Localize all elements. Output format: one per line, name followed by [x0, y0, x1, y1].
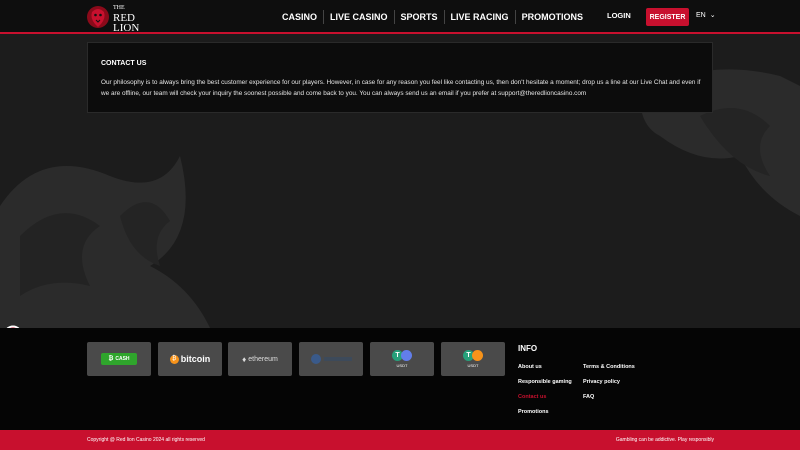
footer-link-privacy[interactable]: Privacy policy	[583, 379, 620, 385]
login-button[interactable]: LOGIN	[607, 11, 631, 20]
usdt-trc20-label: USDT	[467, 363, 479, 368]
register-button[interactable]: REGISTER	[646, 8, 689, 26]
site-footer: ₿ CASH ₿ bitcoin ♦ ethereum T USDT T USD…	[0, 328, 800, 430]
usdt-erc20-label: USDT	[396, 363, 408, 368]
bitcoin-label: bitcoin	[180, 354, 211, 364]
payment-usdt-erc20: T USDT	[370, 342, 434, 376]
footer-link-responsible-gaming[interactable]: Responsible gaming	[518, 379, 572, 385]
usdt-erc20-icon: T	[392, 350, 412, 361]
nav-live-racing[interactable]: LIVE RACING	[443, 10, 515, 24]
responsible-gambling-note: Gambling can be addictive. Play responsi…	[615, 437, 714, 443]
language-label: EN	[696, 12, 706, 19]
usdt-trc20-icon: T	[463, 350, 483, 361]
footer-link-contact[interactable]: Contact us	[518, 394, 546, 400]
bitcoin-cash-icon: ₿ CASH	[101, 353, 137, 365]
bitcoin-icon: ₿	[169, 354, 179, 364]
language-selector[interactable]: EN ⌄	[696, 11, 716, 19]
logo-lion: LION	[113, 22, 140, 34]
contact-title: CONTACT US	[101, 60, 147, 67]
main-nav: CASINO LIVE CASINO SPORTS LIVE RACING PR…	[276, 0, 589, 34]
lion-logo-icon	[87, 6, 109, 28]
payment-usdt-trc20: T USDT	[441, 342, 505, 376]
crypto-coin-icon	[310, 354, 321, 364]
footer-link-promotions[interactable]: Promotions	[518, 409, 549, 415]
footer-link-terms[interactable]: Terms & Conditions	[583, 364, 635, 370]
chevron-down-icon: ⌄	[709, 12, 716, 19]
footer-bottom-bar: Copyright @ Red lion Casino 2024 all rig…	[0, 430, 800, 450]
payment-crypto-4	[299, 342, 363, 376]
bitcoin-cash-label: CASH	[115, 356, 130, 362]
nav-casino[interactable]: CASINO	[276, 10, 323, 24]
nav-promotions[interactable]: PROMOTIONS	[514, 10, 590, 24]
logo-wordmark: THE RED LION	[113, 3, 140, 34]
site-header: THE RED LION CASINO LIVE CASINO SPORTS L…	[0, 0, 800, 34]
ethereum-icon: ♦	[242, 354, 247, 364]
nav-sports[interactable]: SPORTS	[393, 10, 444, 24]
nav-live-casino[interactable]: LIVE CASINO	[323, 10, 394, 24]
footer-info-title: INFO	[518, 344, 538, 353]
site-logo[interactable]: THE RED LION	[86, 2, 146, 34]
contact-description: Our philosophy is to always bring the be…	[101, 79, 701, 97]
footer-link-faq[interactable]: FAQ	[583, 394, 594, 400]
contact-panel: CONTACT US Our philosophy is to always b…	[87, 42, 713, 113]
ethereum-label: ethereum	[248, 355, 278, 363]
copyright-text: Copyright @ Red lion Casino 2024 all rig…	[87, 437, 205, 443]
payment-bitcoin: ₿ bitcoin	[158, 342, 222, 376]
footer-link-about[interactable]: About us	[518, 364, 542, 370]
crypto-wordmark	[323, 357, 352, 361]
payment-ethereum: ♦ ethereum	[228, 342, 292, 376]
payment-bitcoin-cash: ₿ CASH	[87, 342, 151, 376]
